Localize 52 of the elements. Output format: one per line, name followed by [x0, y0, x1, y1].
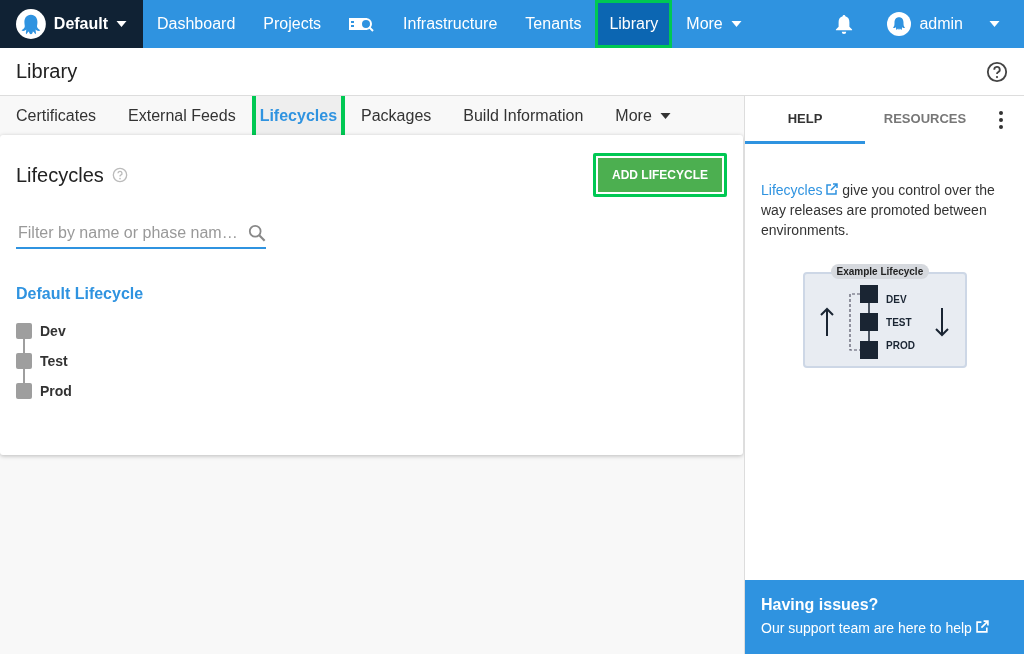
nav-link[interactable]: Infrastructure	[389, 0, 512, 48]
support-link[interactable]: Our support team are here to help	[761, 620, 1008, 636]
tab[interactable]: RESOURCES	[865, 96, 985, 144]
tab[interactable]: Build Information	[447, 96, 600, 135]
phase-label: DEV	[886, 293, 908, 305]
tab[interactable]: Lifecycles	[251, 96, 346, 135]
tab[interactable]: External Feeds	[112, 96, 252, 135]
phase-label: PROD	[886, 339, 915, 351]
external-link-icon	[826, 183, 839, 195]
caret-icon	[989, 21, 1000, 27]
nav-link[interactable]: Library	[595, 0, 673, 48]
more-menu[interactable]: More	[672, 0, 756, 48]
space-switcher[interactable]: Default	[0, 0, 143, 48]
page-title: Library	[16, 60, 78, 83]
caret-icon	[116, 21, 127, 27]
phase-square-icon	[16, 383, 32, 399]
phase-name: Prod	[40, 383, 72, 399]
notification-bell-icon[interactable]	[835, 14, 854, 34]
tab[interactable]: HELP	[745, 96, 865, 144]
nav-link[interactable]: Tenants	[511, 0, 596, 48]
avatar-icon	[887, 12, 912, 36]
phase-name: Test	[40, 353, 68, 369]
tab[interactable]: Certificates	[0, 96, 113, 135]
help-text: Lifecycles give you control over the way releases are promoted between environments.	[761, 181, 996, 240]
external-link-icon	[975, 620, 989, 633]
help-icon[interactable]	[986, 60, 1008, 83]
caret-icon	[659, 112, 671, 119]
phase-square-icon	[16, 353, 32, 369]
connector-line	[23, 369, 25, 383]
dashboard-search-icon	[349, 16, 376, 32]
phase-square-icon	[16, 323, 32, 339]
connector-line	[23, 339, 25, 353]
diagram-label: Example Lifecycle	[830, 264, 930, 279]
search-icon	[248, 224, 266, 242]
octopus-logo-icon	[16, 9, 46, 39]
lifecycle-link[interactable]: Default Lifecycle	[16, 285, 727, 303]
section-title: Lifecycles	[16, 163, 104, 187]
tab[interactable]: Packages	[345, 96, 448, 135]
support-title: Having issues?	[761, 596, 880, 614]
phase-name: Dev	[40, 323, 66, 339]
down-arrow-icon	[934, 307, 949, 337]
user-menu[interactable]: admin	[887, 0, 1024, 48]
nav-link[interactable]: Projects	[249, 0, 336, 48]
up-arrow-icon	[820, 307, 835, 337]
lifecycles-link[interactable]: Lifecycles	[761, 182, 839, 198]
filter-field[interactable]: Filter by name or phase nam…	[16, 219, 266, 249]
phase-label: TEST	[886, 316, 913, 328]
more-menu[interactable]: More	[599, 96, 687, 135]
add-lifecycle-button[interactable]: ADD LIFECYCLE	[593, 153, 727, 197]
nav-link[interactable]: Dashboard	[143, 0, 250, 48]
caret-icon	[730, 21, 742, 27]
more-options-icon[interactable]	[999, 111, 1003, 129]
